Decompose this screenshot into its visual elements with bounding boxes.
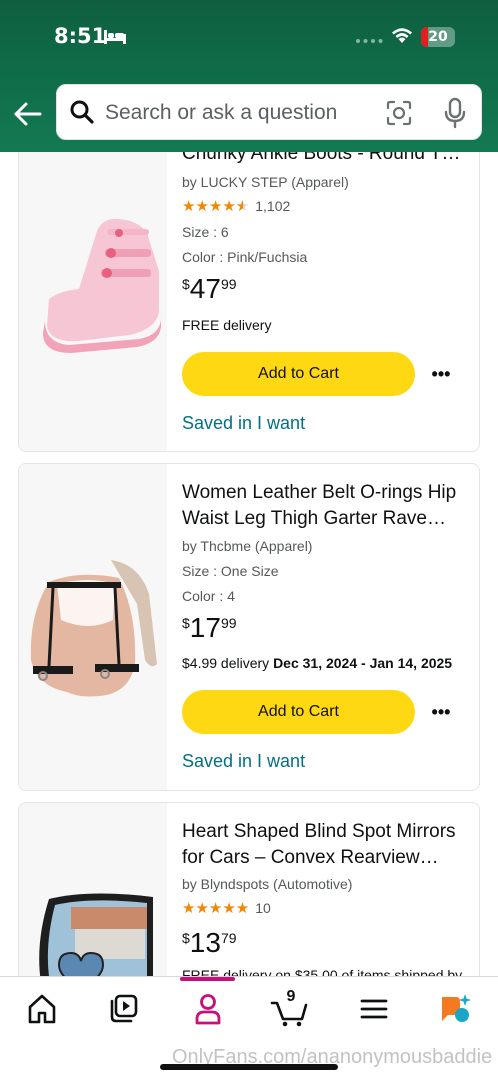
cart-button[interactable]: 9: [270, 988, 310, 1027]
product-price: $1799: [182, 612, 237, 644]
add-to-cart-button[interactable]: Add to Cart: [182, 352, 415, 396]
price-whole: 47: [189, 273, 221, 304]
more-options-button[interactable]: •••: [430, 701, 452, 723]
rating-count: 10: [255, 900, 271, 916]
product-color: Color : Pink/Fuchsia: [182, 249, 308, 265]
wifi-icon: [392, 28, 412, 43]
product-rating[interactable]: ★★★★★★ 1,102: [182, 197, 290, 215]
product-details: Women Leather Belt O-rings Hip Waist Leg…: [182, 464, 479, 790]
search-input[interactable]: [105, 85, 375, 141]
product-byline[interactable]: by LUCKY STEP (Apparel): [182, 174, 349, 190]
price-whole: 17: [189, 612, 221, 643]
menu-icon[interactable]: [354, 991, 394, 1027]
ai-assistant-icon[interactable]: [436, 991, 476, 1027]
delivery-info: FREE delivery: [182, 317, 272, 333]
price-fraction: 99: [220, 615, 237, 631]
search-icon: [70, 100, 94, 124]
product-size: Size : One Size: [182, 563, 279, 579]
product-title[interactable]: Heart Shaped Blind Spot Mirrors for Cars…: [182, 819, 465, 871]
home-indicator[interactable]: [160, 1064, 338, 1070]
product-list[interactable]: Chunky Ankle Boots - Round T… by LUCKY S…: [0, 0, 498, 1080]
product-byline[interactable]: by Blyndspots (Automotive): [182, 876, 352, 892]
rating-count: 1,102: [255, 198, 291, 214]
product-byline[interactable]: by Thcbme (Apparel): [182, 538, 312, 554]
status-time: 8:51: [54, 24, 107, 48]
battery-percentage: 20: [428, 29, 448, 45]
product-image[interactable]: [19, 121, 167, 451]
delivery-dates: Dec 31, 2024 - Jan 14, 2025: [273, 655, 453, 671]
price-currency: $: [182, 930, 190, 946]
home-icon[interactable]: [22, 991, 62, 1027]
camera-lens-icon[interactable]: [386, 100, 412, 126]
product-size: Size : 6: [182, 224, 229, 240]
product-image[interactable]: [19, 464, 167, 790]
price-fraction: 99: [220, 276, 237, 292]
product-color: Color : 4: [182, 588, 235, 604]
price-whole: 13: [189, 927, 221, 958]
price-fraction: 79: [220, 930, 237, 946]
price-currency: $: [182, 615, 190, 631]
saved-in-list-link[interactable]: Saved in I want: [182, 751, 305, 772]
battery-icon: 20: [421, 27, 455, 47]
app-header: 8:51 20: [0, 0, 498, 152]
cart-count: 9: [286, 988, 296, 1005]
leather-garter-belt-icon: [19, 464, 167, 790]
video-icon[interactable]: [104, 991, 144, 1027]
delivery-info: $4.99 delivery Dec 31, 2024 - Jan 14, 20…: [182, 655, 452, 671]
star-rating-icon: ★★★★★: [182, 900, 250, 917]
product-price: $1379: [182, 927, 237, 959]
search-bar[interactable]: [56, 84, 482, 141]
price-currency: $: [182, 276, 190, 292]
amazon-lists-screen: Chunky Ankle Boots - Round T… by LUCKY S…: [0, 0, 498, 1080]
delivery-cost: $4.99 delivery: [182, 655, 274, 671]
product-card[interactable]: Women Leather Belt O-rings Hip Waist Leg…: [18, 463, 480, 791]
product-price: $4799: [182, 273, 237, 305]
more-options-button[interactable]: •••: [430, 363, 452, 385]
cellular-signal-icon: [356, 39, 383, 43]
back-arrow-icon[interactable]: [10, 96, 46, 132]
microphone-icon[interactable]: [443, 97, 467, 129]
product-title[interactable]: Women Leather Belt O-rings Hip Waist Leg…: [182, 480, 465, 532]
pink-platform-boot-icon: [19, 121, 167, 451]
status-bar: 8:51 20: [0, 0, 498, 74]
add-to-cart-button[interactable]: Add to Cart: [182, 690, 415, 734]
product-rating[interactable]: ★★★★★ 10: [182, 899, 271, 917]
saved-in-list-link[interactable]: Saved in I want: [182, 413, 305, 434]
active-tab-indicator: [180, 977, 235, 981]
product-details: Chunky Ankle Boots - Round T… by LUCKY S…: [182, 121, 479, 451]
product-card[interactable]: Chunky Ankle Boots - Round T… by LUCKY S…: [18, 120, 480, 452]
profile-icon[interactable]: [188, 991, 228, 1027]
sleep-focus-icon: [104, 30, 126, 44]
star-rating-icon: ★★★★★★: [182, 198, 250, 215]
